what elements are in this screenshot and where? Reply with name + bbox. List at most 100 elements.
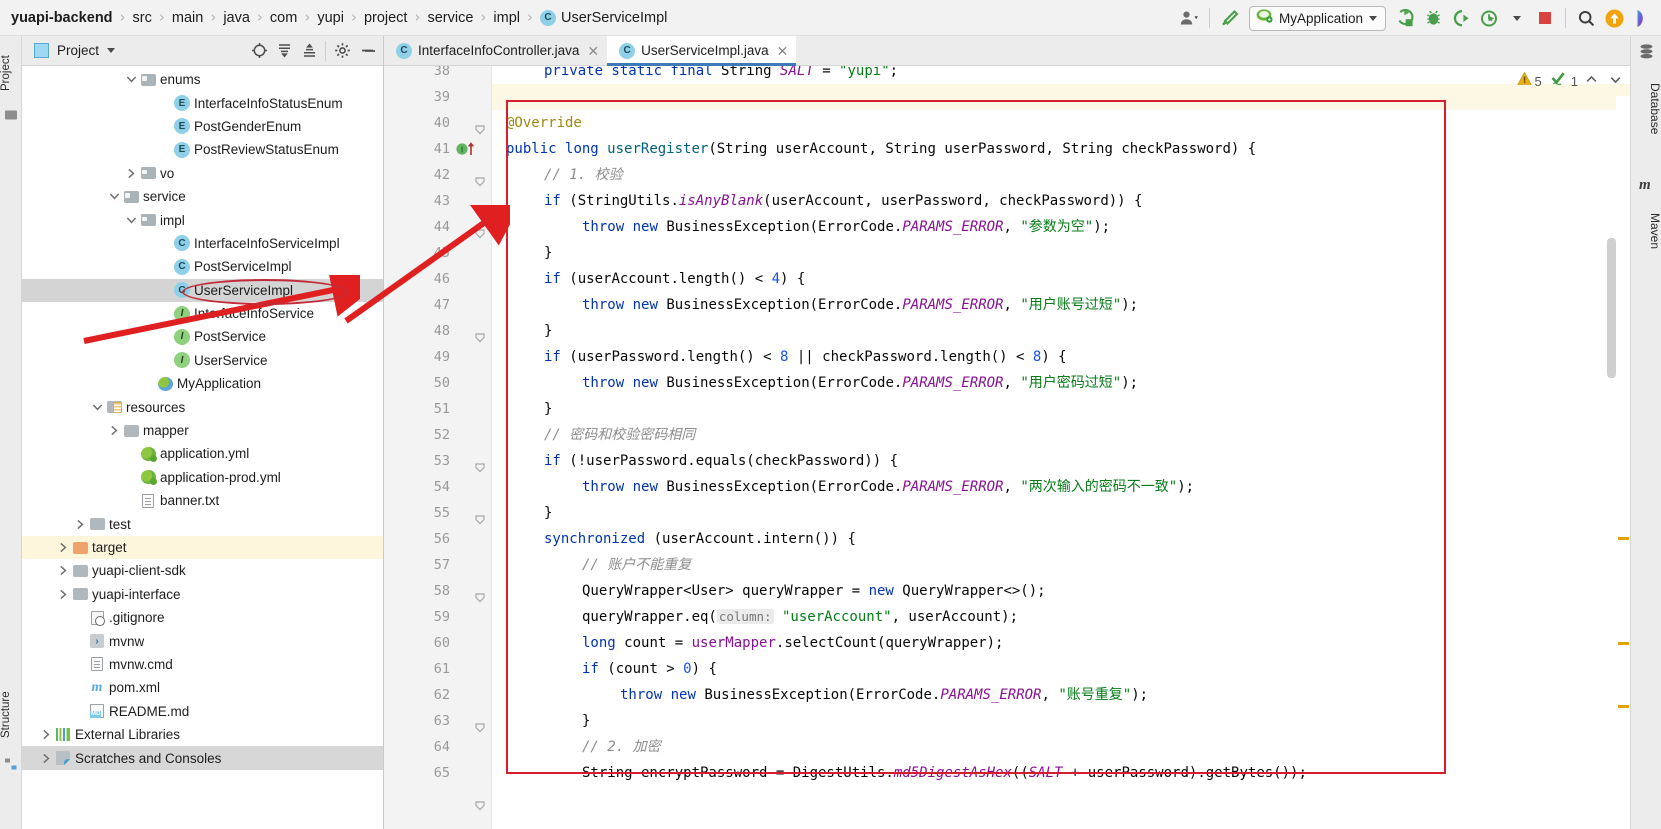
gear-icon[interactable] <box>330 39 354 63</box>
code-line[interactable]: // 1. 校验 <box>506 162 623 188</box>
code-line[interactable]: if (StringUtils.isAnyBlank(userAccount, … <box>506 188 1142 214</box>
tree-item-yuapi-interface[interactable]: yuapi-interface <box>22 583 383 606</box>
tree-item-banner-txt[interactable]: banner.txt <box>22 489 383 512</box>
code-line[interactable]: } <box>506 318 552 344</box>
line-number[interactable]: 50 <box>384 370 450 396</box>
code-line[interactable]: } <box>506 240 552 266</box>
profiler-icon[interactable] <box>1476 5 1502 31</box>
code-line[interactable]: // 2. 加密 <box>506 734 661 760</box>
tree-item-yuapi-client-sdk[interactable]: yuapi-client-sdk <box>22 559 383 582</box>
line-number[interactable]: 56 <box>384 526 450 552</box>
chevron-down-icon[interactable] <box>107 185 122 208</box>
tree-item-interfaceinfoservice[interactable]: I InterfaceInfoService <box>22 302 383 325</box>
line-number[interactable]: 40 <box>384 110 450 136</box>
line-number[interactable]: 48 <box>384 318 450 344</box>
editor-scrollbar-thumb[interactable] <box>1607 238 1616 378</box>
line-number[interactable]: 64 <box>384 734 450 760</box>
run-configuration-selector[interactable]: MyApplication <box>1248 5 1386 31</box>
breadcrumb-item-userserviceimpl[interactable]: C UserServiceImpl <box>537 9 670 26</box>
code-fold-toggle[interactable] <box>474 799 487 812</box>
line-number[interactable]: 63 <box>384 708 450 734</box>
next-problem-icon[interactable] <box>1605 73 1626 89</box>
code-line[interactable]: if (userAccount.length() < 4) { <box>506 266 805 292</box>
code-line[interactable]: } <box>506 708 590 734</box>
locate-icon[interactable] <box>247 39 271 63</box>
hammer-build-icon[interactable] <box>1217 5 1243 31</box>
tree-item-application-prod-yml[interactable]: application-prod.yml <box>22 466 383 489</box>
code-fold-toggle[interactable] <box>474 123 487 136</box>
structure-strip-icon[interactable] <box>4 757 18 771</box>
previous-problem-icon[interactable] <box>1581 73 1602 89</box>
stripe-marker[interactable] <box>1618 705 1629 708</box>
tree-item-enums[interactable]: enums <box>22 68 383 91</box>
tool-window-button-database[interactable]: Database <box>1631 74 1661 144</box>
run-icon[interactable] <box>1392 5 1418 31</box>
chevron-right-icon[interactable] <box>107 419 122 442</box>
code-content[interactable]: private static final String SALT = "yupi… <box>492 66 1630 829</box>
code-line[interactable]: long count = userMapper.selectCount(quer… <box>506 630 1003 656</box>
breadcrumb-item-yupi[interactable]: yupi <box>314 10 347 26</box>
code-line[interactable]: } <box>506 396 552 422</box>
tree-item-postserviceimpl[interactable]: C PostServiceImpl <box>22 255 383 278</box>
chevron-right-icon[interactable] <box>39 723 54 746</box>
tree-item-interfaceinfoserviceimpl[interactable]: C InterfaceInfoServiceImpl <box>22 232 383 255</box>
breadcrumb-item-com[interactable]: com <box>267 10 300 26</box>
tree-item-interfaceinfostatusenum[interactable]: E InterfaceInfoStatusEnum <box>22 91 383 114</box>
tree-item-resources[interactable]: resources <box>22 395 383 418</box>
tree-item-impl[interactable]: impl <box>22 208 383 231</box>
tool-window-button-maven[interactable]: Maven <box>1631 206 1661 256</box>
line-number[interactable]: 58 <box>384 578 450 604</box>
tree-item--gitignore[interactable]: .gitignore <box>22 606 383 629</box>
line-number[interactable]: 57 <box>384 552 450 578</box>
tree-item-external-libraries[interactable]: External Libraries <box>22 723 383 746</box>
chevron-right-icon[interactable] <box>39 746 54 769</box>
tree-item-userservice[interactable]: I UserService <box>22 349 383 372</box>
line-number[interactable]: 54 <box>384 474 450 500</box>
code-line[interactable]: QueryWrapper<User> queryWrapper = new Qu… <box>506 578 1046 604</box>
tree-item-myapplication[interactable]: MyApplication <box>22 372 383 395</box>
line-number[interactable]: 42 <box>384 162 450 188</box>
line-number[interactable]: 53 <box>384 448 450 474</box>
editor-gutter[interactable]: 38 39 40 41 I 42 43 44 45 46 47 48 49 50 51 52 53 54 55 56 5… <box>384 66 492 829</box>
line-number[interactable]: 60 <box>384 630 450 656</box>
close-icon[interactable]: ✕ <box>587 44 599 58</box>
line-number[interactable]: 59 <box>384 604 450 630</box>
breadcrumb[interactable]: yuapi-backend › src › main › java › com › yupi › pro… <box>0 0 670 35</box>
editor-tabs[interactable]: C InterfaceInfoController.java ✕ C UserServi… <box>384 36 1630 66</box>
tree-item-mvnw-cmd[interactable]: mvnw.cmd <box>22 653 383 676</box>
breadcrumb-item-service[interactable]: service <box>424 10 476 26</box>
editor-tab-userserviceimpl-java[interactable]: C UserServiceImpl.java ✕ <box>607 36 797 66</box>
breadcrumb-item-impl[interactable]: impl <box>490 10 523 26</box>
code-line[interactable]: if (count > 0) { <box>506 656 717 682</box>
code-line[interactable]: private static final String SALT = "yupi… <box>506 66 898 84</box>
code-line[interactable]: @Override <box>506 110 582 136</box>
breadcrumb-item-yuapi-backend[interactable]: yuapi-backend <box>8 10 116 26</box>
chevron-down-icon[interactable] <box>124 208 139 231</box>
line-number[interactable]: 44 <box>384 214 450 240</box>
tree-item-service[interactable]: service <box>22 185 383 208</box>
run-with-coverage-icon[interactable] <box>1448 5 1474 31</box>
update-project-icon[interactable] <box>1601 5 1627 31</box>
breadcrumb-item-main[interactable]: main <box>169 10 206 26</box>
chevron-right-icon[interactable] <box>56 536 71 559</box>
code-line[interactable]: if (userPassword.length() < 8 || checkPa… <box>506 344 1067 370</box>
code-line[interactable]: } <box>506 500 552 526</box>
line-number[interactable]: 62 <box>384 682 450 708</box>
chevron-down-icon[interactable] <box>90 395 105 418</box>
debug-icon[interactable] <box>1420 5 1446 31</box>
tree-item-vo[interactable]: vo <box>22 162 383 185</box>
chevron-right-icon[interactable] <box>73 512 88 535</box>
code-line[interactable]: // 账户不能重复 <box>506 552 691 578</box>
project-tree[interactable]: enums E InterfaceInfoStatusEnum E PostGender… <box>22 66 383 829</box>
chevron-right-icon[interactable] <box>124 162 139 185</box>
search-everywhere-icon[interactable] <box>1573 5 1599 31</box>
code-line[interactable]: queryWrapper.eq(column: "userAccount", u… <box>506 604 1018 630</box>
line-number[interactable]: 39 <box>384 84 450 110</box>
user-avatar-icon[interactable] <box>1176 5 1202 31</box>
stop-icon[interactable] <box>1532 5 1558 31</box>
code-line[interactable]: throw new BusinessException(ErrorCode.PA… <box>506 474 1194 500</box>
line-number[interactable]: 52 <box>384 422 450 448</box>
line-number[interactable]: 55 <box>384 500 450 526</box>
line-number[interactable]: 49 <box>384 344 450 370</box>
maven-icon[interactable]: m <box>1639 176 1654 193</box>
